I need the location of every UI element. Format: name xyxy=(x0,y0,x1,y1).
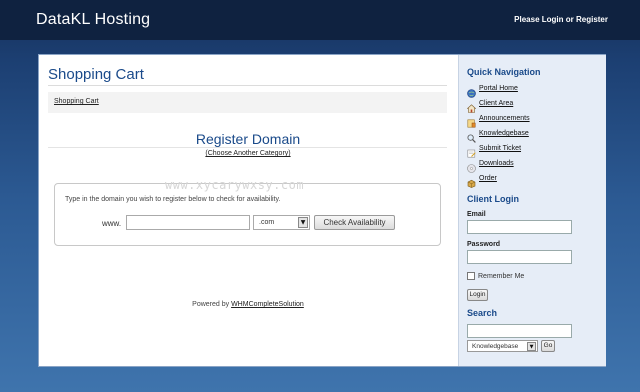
email-field[interactable] xyxy=(467,220,572,234)
password-label: Password xyxy=(467,241,501,248)
tld-select[interactable]: .com ▼ xyxy=(253,215,310,230)
nav-item-label: Submit Ticket xyxy=(479,145,522,152)
password-field[interactable] xyxy=(467,250,572,264)
box-icon xyxy=(467,175,476,188)
choose-category-link[interactable]: (Choose Another Category) xyxy=(39,150,457,157)
chevron-down-icon[interactable]: ▼ xyxy=(527,342,536,351)
or-text: or xyxy=(563,15,576,24)
powered-by-footer: Powered by WHMCompleteSolution xyxy=(39,301,457,308)
nav-item-label: Client Area xyxy=(479,100,514,107)
tld-selected-value: .com xyxy=(259,219,275,226)
search-heading: Search xyxy=(467,308,498,318)
section-divider xyxy=(48,147,447,148)
watermark: www.xycarywxsy.com xyxy=(165,178,305,192)
nav-item-label: Portal Home xyxy=(479,85,518,92)
register-link[interactable]: Register xyxy=(576,15,608,24)
domain-instructions: Type in the domain you wish to register … xyxy=(65,196,281,203)
powered-by-link[interactable]: WHMCompleteSolution xyxy=(231,301,304,308)
ticket-icon xyxy=(467,145,476,158)
search-input[interactable] xyxy=(467,324,572,338)
magnifier-icon xyxy=(467,130,476,143)
remember-me-label: Remember Me xyxy=(478,273,525,280)
main-content: Shopping Cart Shopping Cart Register Dom… xyxy=(39,55,457,366)
go-button[interactable]: Go xyxy=(541,340,555,352)
house-icon xyxy=(466,100,477,113)
top-links: Please Login or Register xyxy=(514,15,608,24)
content-container: Shopping Cart Shopping Cart Register Dom… xyxy=(38,54,606,367)
login-link[interactable]: Please Login xyxy=(514,15,563,24)
nav-item-label: Knowledgebase xyxy=(479,130,529,137)
section-title: Register Domain xyxy=(195,131,301,147)
search-type-value: Knowledgebase xyxy=(472,343,519,350)
page-title: Shopping Cart xyxy=(48,66,144,83)
brand-logo[interactable]: DataKL Hosting xyxy=(36,11,150,29)
breadcrumb: Shopping Cart xyxy=(48,92,447,113)
title-divider xyxy=(48,85,447,86)
check-availability-button[interactable]: Check Availability xyxy=(314,215,395,230)
www-label: www. xyxy=(102,219,122,228)
domain-input[interactable] xyxy=(126,215,250,230)
login-button[interactable]: Login xyxy=(467,289,488,301)
home-globe-icon xyxy=(467,85,476,98)
sidebar: Quick Navigation Portal Home Client Area… xyxy=(458,55,606,366)
email-label: Email xyxy=(467,211,486,218)
nav-item-label: Downloads xyxy=(479,160,514,167)
nav-item-label: Announcements xyxy=(479,115,530,122)
nav-item-label: Order xyxy=(479,175,497,182)
chevron-down-icon[interactable]: ▼ xyxy=(298,217,308,228)
client-login-heading: Client Login xyxy=(467,194,519,204)
disc-icon xyxy=(467,160,476,173)
breadcrumb-link[interactable]: Shopping Cart xyxy=(54,98,99,105)
top-bar: DataKL Hosting Please Login or Register xyxy=(0,0,640,40)
announcement-icon xyxy=(467,115,476,128)
domain-search-box: Type in the domain you wish to register … xyxy=(54,183,441,246)
remember-me-checkbox[interactable] xyxy=(467,272,475,280)
search-type-select[interactable]: Knowledgebase ▼ xyxy=(467,340,538,352)
powered-by-text: Powered by xyxy=(192,301,232,308)
quick-navigation-heading: Quick Navigation xyxy=(467,67,541,77)
